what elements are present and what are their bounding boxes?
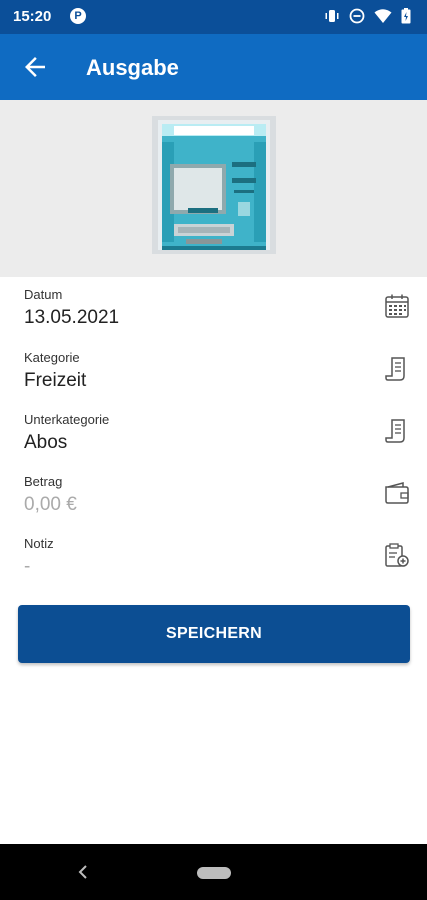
status-icons	[324, 8, 411, 29]
status-time: 15:20	[13, 8, 52, 25]
do-not-disturb-icon	[349, 8, 365, 29]
unterkategorie-field[interactable]: Unterkategorie Abos	[24, 412, 405, 468]
unterkategorie-label: Unterkategorie	[24, 412, 110, 427]
kategorie-label: Kategorie	[24, 350, 80, 365]
page-title: Ausgabe	[86, 55, 179, 80]
wallet-icon[interactable]	[384, 480, 410, 506]
battery-icon	[401, 8, 411, 29]
calendar-icon[interactable]	[384, 293, 410, 319]
kategorie-value[interactable]: Freizeit	[24, 370, 86, 392]
back-triangle-icon[interactable]	[76, 864, 90, 880]
vibrate-icon	[324, 8, 340, 29]
app-bar: Ausgabe	[0, 34, 427, 100]
system-nav-bar	[0, 844, 427, 900]
notiz-value[interactable]: -	[24, 556, 30, 578]
home-pill-icon[interactable]	[197, 867, 231, 879]
arrow-left-icon	[25, 57, 45, 77]
wifi-icon	[374, 8, 392, 29]
hero-image-area	[0, 100, 427, 277]
betrag-label: Betrag	[24, 474, 63, 489]
atm-machine-illustration	[152, 116, 276, 254]
receipt-icon[interactable]	[384, 418, 410, 444]
datum-label: Datum	[24, 287, 63, 302]
datum-field[interactable]: Datum 13.05.2021	[24, 287, 409, 343]
notiz-label: Notiz	[24, 536, 54, 551]
datum-value[interactable]: 13.05.2021	[24, 307, 119, 329]
status-bar: 15:20 P	[0, 0, 427, 34]
clipboard-edit-icon[interactable]	[384, 542, 410, 568]
app-notification-icon: P	[70, 8, 86, 24]
back-button[interactable]	[20, 52, 50, 82]
kategorie-field[interactable]: Kategorie Freizeit	[24, 350, 405, 406]
notiz-field[interactable]: Notiz -	[24, 536, 409, 592]
betrag-value[interactable]: 0,00 €	[24, 494, 77, 516]
save-button[interactable]: SPEICHERN	[18, 605, 410, 663]
unterkategorie-value[interactable]: Abos	[24, 432, 67, 454]
betrag-field[interactable]: Betrag 0,00 €	[24, 474, 409, 530]
receipt-icon[interactable]	[384, 356, 410, 382]
